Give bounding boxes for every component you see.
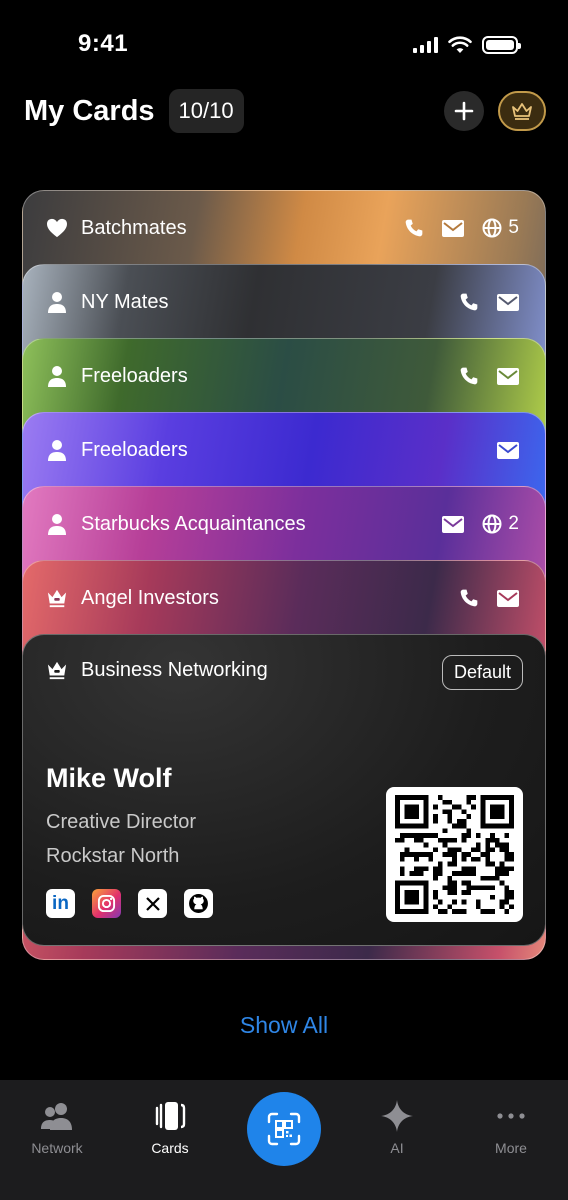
globe-icon [482,514,502,534]
instagram-icon[interactable] [92,889,121,918]
tab-network[interactable]: Network [12,1100,102,1156]
tab-more[interactable]: More [466,1100,556,1156]
qr-scan-icon [267,1112,301,1146]
cellular-signal-icon [413,37,438,53]
add-card-button[interactable] [444,91,484,131]
tab-bar: Network Cards AI More [0,1080,568,1200]
mail-icon [442,219,465,237]
status-time: 9:41 [78,30,129,57]
crown-icon [512,103,532,120]
battery-icon [482,36,521,54]
tab-label: AI [390,1140,404,1156]
web-count: 2 [508,513,519,534]
tab-label: Network [31,1140,83,1156]
status-icons [413,36,521,54]
card-name: Freeloaders [81,364,188,387]
card-count-badge: 10/10 [168,89,244,133]
phone-icon [460,589,478,607]
social-links: in [46,889,213,918]
mail-icon [442,515,465,533]
wifi-icon [448,36,472,53]
qr-code [386,787,523,922]
crown-icon [45,658,69,682]
phone-icon [460,367,478,385]
status-bar: 9:41 [0,0,568,90]
card-name: Starbucks Acquaintances [81,512,306,535]
linkedin-icon[interactable]: in [46,889,75,918]
card-name: Business Networking [81,658,268,681]
person-icon [45,512,69,536]
github-icon[interactable] [184,889,213,918]
card-stack: Batchmates 5 NY Mates Freeloaders Freelo… [22,190,546,960]
mail-icon [497,367,519,385]
show-all-link[interactable]: Show All [0,1012,568,1039]
scan-qr-button[interactable] [247,1092,321,1166]
plus-icon [454,101,474,121]
header-actions [444,91,546,131]
card-name: Batchmates [81,216,187,239]
globe-icon [482,218,502,238]
tab-label: Cards [151,1140,189,1156]
card-business-networking[interactable]: Business Networking Default Mike Wolf Cr… [22,634,546,946]
web-count: 5 [508,217,519,238]
sparkle-icon [352,1100,442,1132]
contact-title: Creative Director [46,811,197,833]
default-badge: Default [441,655,523,690]
contact-company: Rockstar North [46,845,180,867]
card-name: Freeloaders [81,438,188,461]
heart-icon [45,216,69,240]
ellipsis-icon [466,1100,556,1132]
card-name: NY Mates [81,290,169,313]
people-icon [12,1100,102,1132]
x-icon[interactable] [138,889,167,918]
page-title: My Cards [24,94,155,127]
phone-icon [406,219,423,237]
tab-ai[interactable]: AI [352,1100,442,1156]
mail-icon [497,441,519,459]
header: My Cards 10/10 [24,88,546,134]
person-icon [45,290,69,314]
person-icon [45,364,69,388]
card-name: Angel Investors [81,586,219,609]
mail-icon [497,589,519,607]
crown-icon [45,586,69,610]
mail-icon [497,293,519,311]
tab-label: More [495,1140,527,1156]
contact-name: Mike Wolf [46,763,172,793]
tab-cards[interactable]: Cards [125,1100,215,1156]
cards-icon [125,1100,215,1132]
premium-button[interactable] [498,91,546,131]
phone-icon [460,293,478,311]
person-icon [45,438,69,462]
